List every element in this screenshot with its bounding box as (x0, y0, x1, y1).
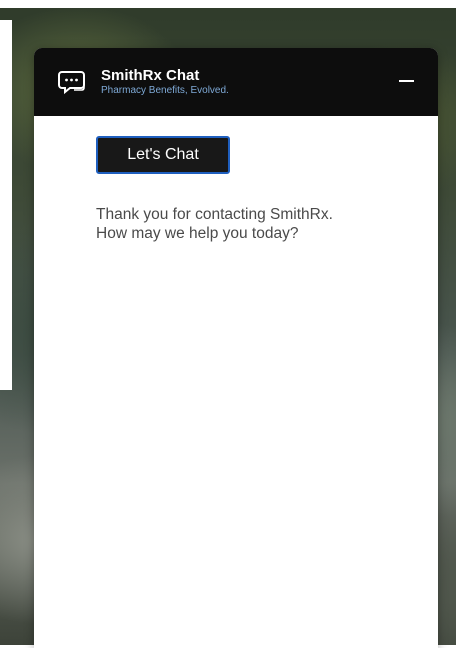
chat-title: SmithRx Chat (101, 67, 200, 84)
page-edge-left (0, 20, 12, 390)
chat-header: SmithRx Chat Pharmacy Benefits, Evolved. (34, 48, 438, 116)
welcome-line-1: Thank you for contacting SmithRx. (96, 206, 333, 223)
page-edge-right (456, 0, 460, 645)
chat-widget: SmithRx Chat Pharmacy Benefits, Evolved.… (34, 48, 438, 648)
welcome-message: Thank you for contacting SmithRx. How ma… (96, 205, 416, 243)
lets-chat-button[interactable]: Let's Chat (96, 136, 230, 174)
chat-title-block: SmithRx Chat Pharmacy Benefits, Evolved. (101, 67, 229, 97)
chat-subtitle: Pharmacy Benefits, Evolved. (101, 85, 229, 96)
minimize-icon[interactable] (396, 70, 416, 90)
chat-bubble-icon (58, 69, 86, 95)
page-edge-top (0, 0, 460, 8)
welcome-line-2: How may we help you today? (96, 225, 299, 242)
